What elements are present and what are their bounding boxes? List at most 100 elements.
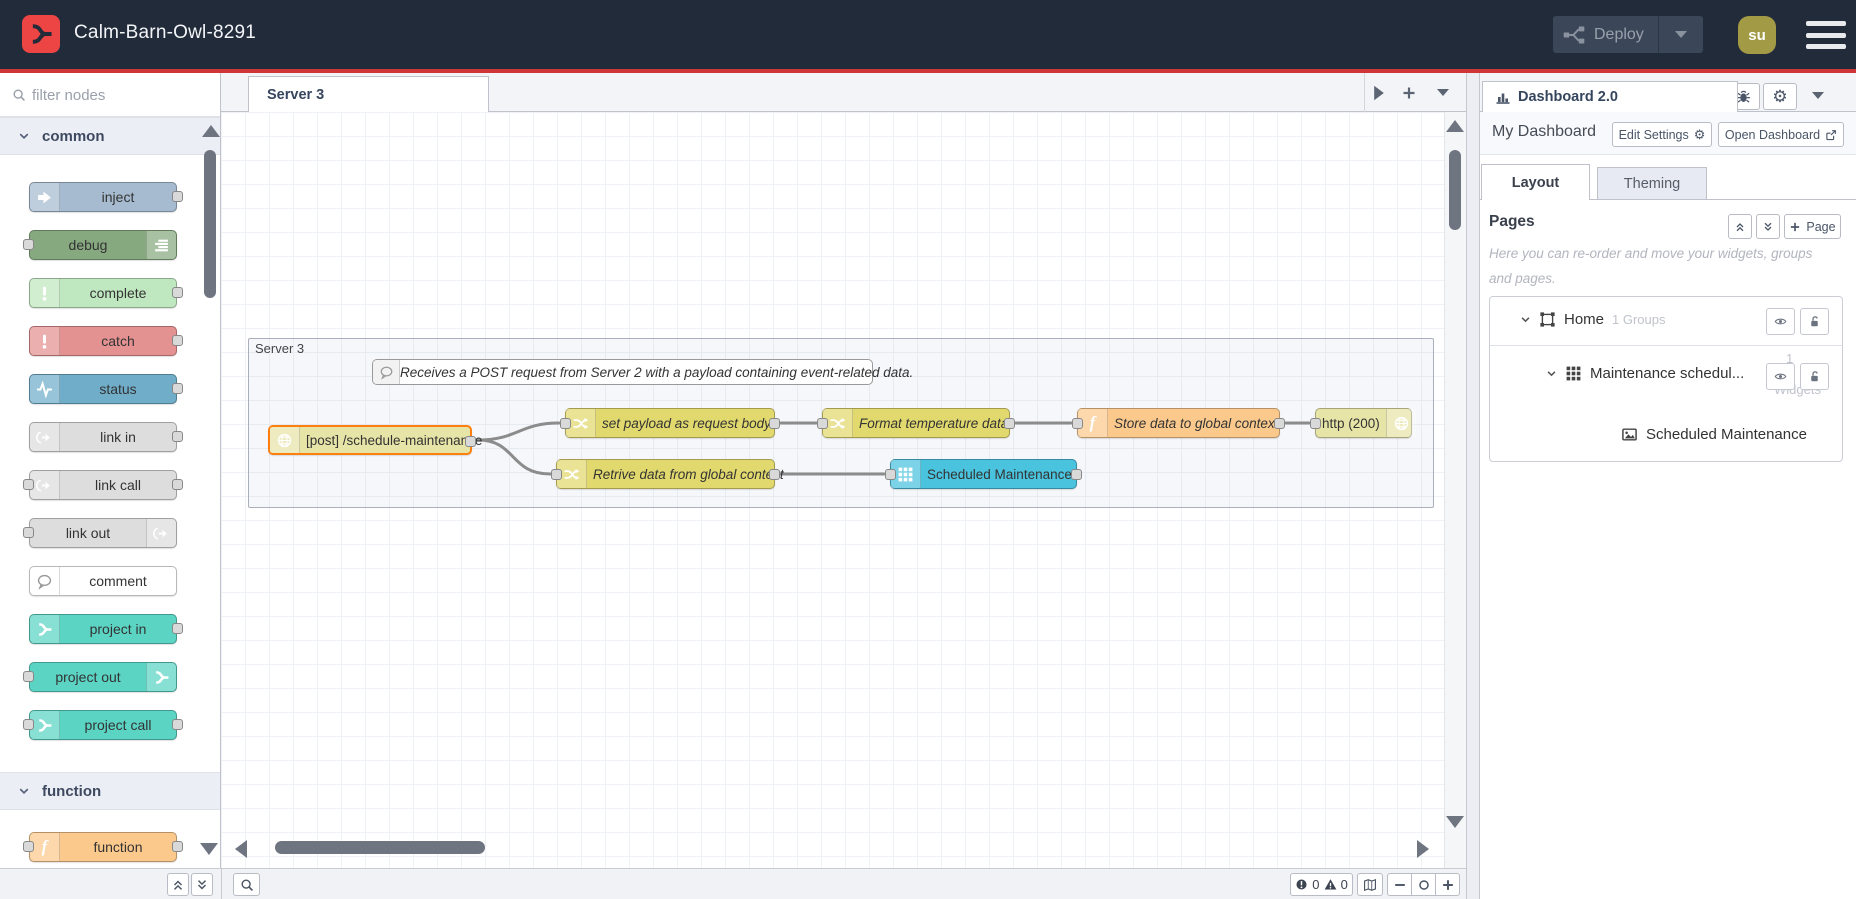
- input-port[interactable]: [551, 469, 562, 480]
- node-port[interactable]: [172, 335, 183, 346]
- config-tab-button[interactable]: ⚙: [1763, 83, 1797, 110]
- sidebar-tab-dashboard[interactable]: Dashboard 2.0: [1482, 81, 1738, 112]
- deploy-dropdown-caret-icon[interactable]: [1674, 31, 1687, 38]
- workspace-title: Calm-Barn-Owl-8291: [74, 22, 257, 43]
- output-port[interactable]: [1004, 418, 1015, 429]
- node-port[interactable]: [23, 479, 34, 490]
- deploy-button[interactable]: Deploy: [1553, 16, 1703, 53]
- tree-row-group[interactable]: 1 Widgets Maintenance schedul...: [1490, 346, 1842, 412]
- navigator-button[interactable]: [1357, 873, 1383, 896]
- flow-node-comment[interactable]: Receives a POST request from Server 2 wi…: [372, 359, 913, 385]
- output-port[interactable]: [1071, 469, 1082, 480]
- palette-node-link-in[interactable]: link in: [29, 422, 183, 452]
- chevron-down-icon[interactable]: [1520, 314, 1531, 325]
- flow-node-change-retrieve-data[interactable]: Retrive data from global context: [551, 459, 784, 489]
- input-port[interactable]: [560, 418, 571, 429]
- output-port[interactable]: [769, 418, 780, 429]
- palette-node-debug[interactable]: debug: [23, 230, 177, 260]
- node-port[interactable]: [23, 239, 34, 250]
- add-flow-icon[interactable]: [1401, 85, 1417, 101]
- palette-collapse-all-button[interactable]: [167, 873, 189, 896]
- input-port[interactable]: [1310, 418, 1321, 429]
- zoom-in-button[interactable]: [1435, 873, 1460, 896]
- palette-filter[interactable]: [0, 73, 220, 117]
- next-tab-icon[interactable]: [1374, 85, 1384, 100]
- zoom-reset-button[interactable]: [1411, 873, 1436, 896]
- flow-list-caret-icon[interactable]: [1437, 89, 1449, 96]
- tab-layout[interactable]: Layout: [1481, 164, 1590, 200]
- flow-node-change-format-temperature[interactable]: Format temperature data.: [817, 408, 1015, 438]
- tree-row-home[interactable]: Home 1 Groups: [1490, 297, 1842, 346]
- palette-node-comment[interactable]: comment: [29, 566, 177, 596]
- canvas-horizontal-scrollbar-thumb[interactable]: [275, 841, 485, 854]
- palette-node-inject[interactable]: inject: [29, 182, 183, 212]
- sidebar-resize-handle[interactable]: [1466, 73, 1480, 899]
- palette-scroll-up-arrow[interactable]: [202, 125, 220, 137]
- edit-settings-button[interactable]: Edit Settings ⚙: [1612, 122, 1712, 147]
- palette-node-project-out[interactable]: project out: [23, 662, 177, 692]
- canvas-scroll-up-arrow[interactable]: [1446, 120, 1464, 132]
- node-port[interactable]: [172, 431, 183, 442]
- node-port[interactable]: [23, 671, 34, 682]
- zoom-out-button[interactable]: [1387, 873, 1412, 896]
- open-dashboard-button[interactable]: Open Dashboard: [1718, 122, 1844, 147]
- node-port[interactable]: [172, 623, 183, 634]
- node-port[interactable]: [172, 479, 183, 490]
- output-port[interactable]: [465, 436, 476, 447]
- pages-help-text: Here you can re-order and move your widg…: [1489, 246, 1813, 286]
- palette-filter-input[interactable]: [32, 83, 202, 107]
- lock-button[interactable]: [1800, 363, 1829, 390]
- sidebar-menu-caret-icon[interactable]: [1812, 92, 1824, 99]
- node-port[interactable]: [23, 527, 34, 538]
- node-port[interactable]: [172, 191, 183, 202]
- canvas-scroll-right-arrow[interactable]: [1417, 840, 1429, 858]
- palette-node-catch[interactable]: catch: [29, 326, 183, 356]
- flow-node-http-in[interactable]: [post] /schedule-maintenance: [268, 425, 482, 455]
- canvas-scroll-left-arrow[interactable]: [235, 840, 247, 858]
- palette-category-common[interactable]: common: [0, 117, 220, 155]
- flow-node-change-set-payload[interactable]: set payload as request body: [560, 408, 780, 438]
- input-port[interactable]: [1072, 418, 1083, 429]
- palette-node-status[interactable]: status: [29, 374, 183, 404]
- palette-node-link-out[interactable]: link out: [23, 518, 177, 548]
- visibility-button[interactable]: [1766, 308, 1795, 335]
- input-port[interactable]: [885, 469, 896, 480]
- main-menu-button[interactable]: [1806, 21, 1846, 49]
- flow-canvas[interactable]: Server 3 Receives a POST request from Se…: [221, 112, 1466, 868]
- node-port[interactable]: [172, 383, 183, 394]
- visibility-button[interactable]: [1766, 363, 1795, 390]
- palette-node-complete[interactable]: complete: [29, 278, 183, 308]
- palette-expand-all-button[interactable]: [191, 873, 213, 896]
- palette-scrollbar-thumb[interactable]: [204, 150, 216, 298]
- flow-node-ui-table[interactable]: Scheduled Maintenance: [885, 459, 1082, 489]
- flow-node-function-store-data[interactable]: f Store data to global context: [1072, 408, 1285, 438]
- chevron-down-icon[interactable]: [1546, 368, 1557, 379]
- tab-theming[interactable]: Theming: [1597, 167, 1707, 200]
- palette-scroll-down-arrow[interactable]: [200, 843, 218, 855]
- palette-node-project-call[interactable]: project call: [23, 710, 183, 740]
- add-page-button[interactable]: Page: [1784, 214, 1841, 239]
- expand-all-pages-button[interactable]: [1756, 214, 1780, 239]
- node-port[interactable]: [172, 719, 183, 730]
- canvas-search-button[interactable]: [233, 873, 260, 896]
- canvas-vertical-scrollbar-thumb[interactable]: [1449, 150, 1461, 230]
- output-port[interactable]: [1274, 418, 1285, 429]
- palette-node-project-in[interactable]: project in: [29, 614, 183, 644]
- output-port[interactable]: [769, 469, 780, 480]
- collapse-all-pages-button[interactable]: [1728, 214, 1752, 239]
- node-port[interactable]: [23, 841, 34, 852]
- flow-status-counters[interactable]: 0 0: [1290, 873, 1353, 896]
- flow-node-http-response[interactable]: http (200): [1310, 408, 1416, 438]
- node-port[interactable]: [172, 287, 183, 298]
- palette-node-function[interactable]: f function: [23, 832, 183, 862]
- tree-row-widget[interactable]: Scheduled Maintenance: [1490, 412, 1842, 463]
- node-port[interactable]: [23, 719, 34, 730]
- input-port[interactable]: [817, 418, 828, 429]
- node-port[interactable]: [172, 841, 183, 852]
- flow-tab-server-3[interactable]: Server 3: [248, 76, 489, 112]
- palette-category-function[interactable]: function: [0, 772, 220, 810]
- user-avatar[interactable]: su: [1738, 16, 1776, 54]
- lock-button[interactable]: [1800, 308, 1829, 335]
- canvas-scroll-down-arrow[interactable]: [1446, 816, 1464, 828]
- palette-node-link-call[interactable]: link call: [23, 470, 183, 500]
